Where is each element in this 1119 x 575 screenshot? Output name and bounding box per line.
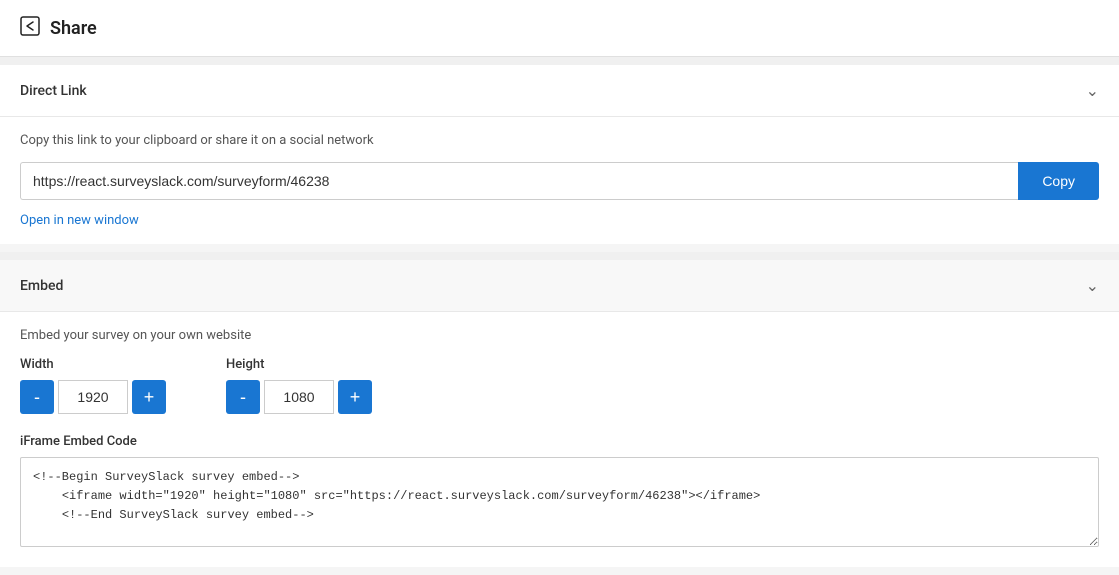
iframe-code-group: iFrame Embed Code <!--Begin SurveySlack … xyxy=(20,434,1099,551)
direct-link-header[interactable]: Direct Link ⌄ xyxy=(0,65,1119,117)
direct-link-title: Direct Link xyxy=(20,83,87,99)
dimensions-row: Width - + Height - + xyxy=(20,357,1099,414)
copy-button[interactable]: Copy xyxy=(1018,162,1099,200)
width-label: Width xyxy=(20,357,166,372)
iframe-code-textarea[interactable]: <!--Begin SurveySlack survey embed--> <i… xyxy=(20,457,1099,547)
embed-section: Embed ⌄ Embed your survey on your own we… xyxy=(0,260,1119,567)
embed-body: Embed your survey on your own website Wi… xyxy=(0,312,1119,567)
embed-description: Embed your survey on your own website xyxy=(20,328,1099,343)
width-input[interactable] xyxy=(58,380,128,414)
embed-title: Embed xyxy=(20,278,63,294)
link-row: Copy xyxy=(20,162,1099,200)
direct-link-body: Copy this link to your clipboard or shar… xyxy=(0,117,1119,244)
width-group: Width - + xyxy=(20,357,166,414)
header-divider xyxy=(0,57,1119,65)
link-input[interactable] xyxy=(20,162,1018,200)
page-container: Share Direct Link ⌄ Copy this link to yo… xyxy=(0,0,1119,567)
iframe-code-label: iFrame Embed Code xyxy=(20,434,1099,449)
direct-link-description: Copy this link to your clipboard or shar… xyxy=(20,133,1099,148)
height-minus-button[interactable]: - xyxy=(226,380,260,414)
page-title: Share xyxy=(50,18,97,39)
share-icon xyxy=(20,16,40,40)
embed-header[interactable]: Embed ⌄ xyxy=(0,260,1119,312)
height-plus-button[interactable]: + xyxy=(338,380,372,414)
height-input[interactable] xyxy=(264,380,334,414)
embed-chevron-icon: ⌄ xyxy=(1086,276,1099,295)
height-stepper-row: - + xyxy=(226,380,372,414)
section-divider xyxy=(0,252,1119,260)
width-stepper-row: - + xyxy=(20,380,166,414)
page-header: Share xyxy=(0,0,1119,57)
direct-link-chevron-icon: ⌄ xyxy=(1086,81,1099,100)
height-label: Height xyxy=(226,357,372,372)
height-group: Height - + xyxy=(226,357,372,414)
direct-link-section: Direct Link ⌄ Copy this link to your cli… xyxy=(0,65,1119,244)
open-in-new-window-link[interactable]: Open in new window xyxy=(20,213,139,228)
width-minus-button[interactable]: - xyxy=(20,380,54,414)
width-plus-button[interactable]: + xyxy=(132,380,166,414)
